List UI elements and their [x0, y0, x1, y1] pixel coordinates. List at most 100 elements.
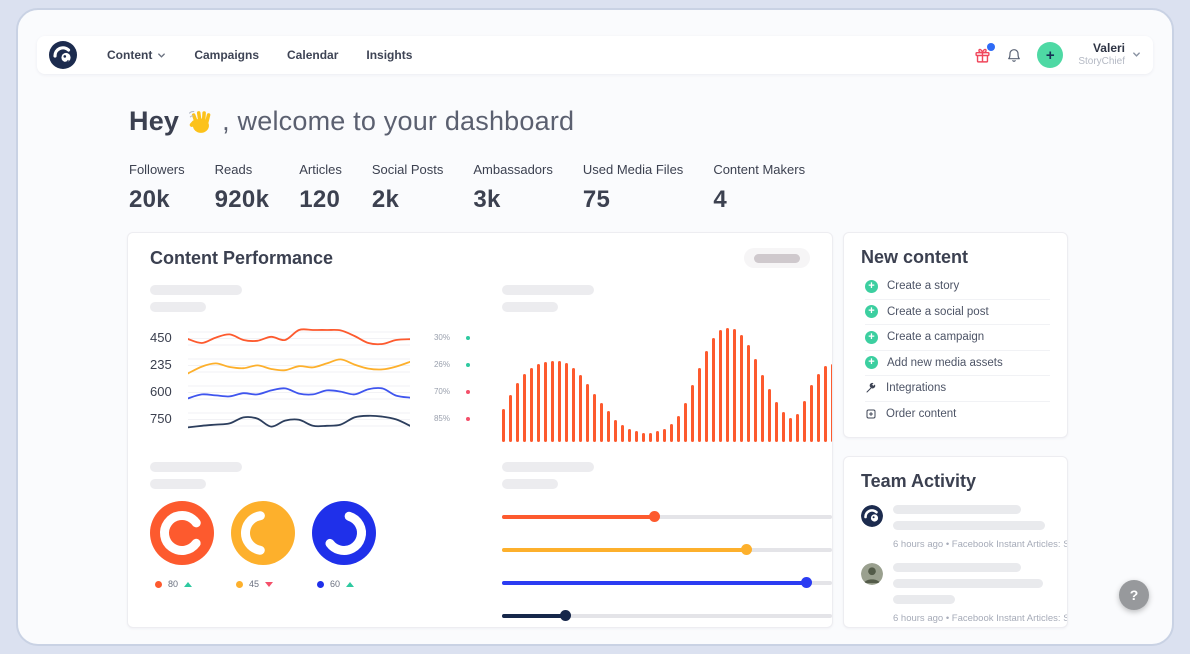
- stat-content-makers: Content Makers 4: [713, 162, 805, 214]
- progress-slider[interactable]: [502, 577, 832, 588]
- sparkline-chart: [188, 357, 410, 374]
- new-content-item-label: Order content: [886, 408, 957, 421]
- nav-item-label: Calendar: [287, 48, 339, 62]
- stat-label: Followers: [129, 162, 185, 177]
- progress-sliders: [502, 511, 832, 621]
- user-org: StoryChief: [1078, 56, 1125, 68]
- bar: [670, 424, 673, 442]
- bar: [649, 433, 652, 442]
- nav-item-insights[interactable]: Insights: [366, 48, 412, 62]
- slider-knob[interactable]: [560, 610, 571, 621]
- slider-knob[interactable]: [801, 577, 812, 588]
- new-content-item-order-content[interactable]: Order content: [865, 402, 1050, 428]
- legend-dot: [155, 580, 162, 588]
- trend-up-icon: [184, 581, 193, 587]
- new-content-item-create-a-campaign[interactable]: + Create a campaign: [865, 325, 1050, 351]
- sparkline-value-label: 235: [150, 357, 172, 372]
- nav-item-label: Content: [107, 48, 153, 62]
- sparkline-rows: 450 30% 235 26% 600 70% 750 85%: [150, 324, 480, 432]
- bar-chart: [502, 322, 832, 442]
- new-content-item-create-a-social-post[interactable]: + Create a social post: [865, 300, 1050, 325]
- new-content-item-label: Create a story: [887, 280, 960, 293]
- progress-slider[interactable]: [502, 511, 832, 522]
- team-activity-title: Team Activity: [861, 471, 977, 491]
- donut-value: 60: [330, 579, 341, 589]
- bar: [586, 384, 589, 442]
- plus-circle-icon: +: [865, 279, 878, 293]
- nav-item-content[interactable]: Content: [107, 48, 166, 62]
- wrench-icon: [866, 383, 876, 393]
- stat-value: 2k: [371, 186, 400, 213]
- sparkline-row: 235 26%: [150, 351, 480, 378]
- order-icon: [866, 409, 876, 419]
- sparkline-row: 750 85%: [150, 405, 480, 432]
- user-menu[interactable]: Valeri StoryChief: [1078, 42, 1141, 67]
- page-title: Hey , welcome to your dashboard: [129, 106, 1172, 137]
- bar: [544, 362, 547, 442]
- skeleton-line: [502, 462, 594, 472]
- right-column: New content + Create a story + Create a soc…: [843, 232, 1068, 628]
- bar: [824, 366, 827, 442]
- progress-slider[interactable]: [502, 610, 832, 621]
- storychief-logo-icon[interactable]: [49, 41, 77, 69]
- trend-up-icon: [346, 581, 355, 587]
- stat-followers: Followers 20k: [129, 162, 185, 214]
- skeleton-line: [150, 479, 206, 489]
- skeleton-line: [893, 505, 1021, 514]
- new-content-item-create-a-story[interactable]: + Create a story: [865, 274, 1050, 300]
- new-content-item-integrations[interactable]: Integrations: [865, 376, 1050, 402]
- bar: [677, 416, 680, 442]
- bar: [523, 374, 526, 442]
- activity-meta: 6 hours ago • Facebook Instant Articles:…: [893, 539, 1067, 550]
- team-activity-card: Team Activity 6 hours ago • Facebook Ins…: [843, 456, 1068, 628]
- sparkline-chart: [188, 412, 410, 428]
- new-content-item-label: Add new media assets: [887, 356, 1003, 369]
- nav-item-calendar[interactable]: Calendar: [287, 48, 338, 62]
- person-avatar: [861, 563, 883, 585]
- greeting-lead: Hey: [129, 106, 180, 136]
- stat-label: Ambassadors: [473, 162, 553, 177]
- skeleton-line: [893, 563, 1021, 572]
- plus-circle-icon: +: [865, 330, 878, 344]
- stat-value: 4: [713, 186, 727, 213]
- new-content-list: + Create a story + Create a social post + Cre…: [861, 274, 1050, 427]
- trend-dot: [466, 335, 470, 340]
- quick-add-button[interactable]: +: [1037, 42, 1064, 68]
- new-content-item-label: Create a social post: [887, 305, 989, 318]
- slider-knob[interactable]: [649, 511, 660, 522]
- waving-hand-icon: [189, 110, 211, 133]
- trend-dot: [466, 389, 470, 394]
- notification-dot: [987, 42, 996, 51]
- bar: [726, 328, 729, 442]
- stat-value: 3k: [473, 186, 501, 213]
- sparkline-chart: [188, 385, 410, 399]
- gift-icon[interactable]: [974, 42, 996, 64]
- slider-knob[interactable]: [741, 544, 752, 555]
- bar: [600, 403, 603, 442]
- bar: [628, 429, 631, 442]
- skeleton-line: [502, 285, 594, 295]
- bell-icon[interactable]: [1006, 47, 1022, 64]
- donut-section: 80 45 60: [150, 462, 480, 621]
- stats-row: Followers 20k Reads 920k Articles 120 Social P…: [129, 162, 1172, 214]
- filter-button-skeleton[interactable]: [744, 248, 810, 268]
- donut-chart: 80: [150, 501, 214, 589]
- progress-slider[interactable]: [502, 544, 832, 555]
- donut-legend: 45: [236, 579, 295, 589]
- stat-used-media-files: Used Media Files 75: [583, 162, 683, 214]
- help-button[interactable]: ?: [1119, 580, 1149, 610]
- stat-value: 120: [299, 186, 341, 213]
- bar: [593, 394, 596, 442]
- bar: [761, 375, 764, 442]
- stat-label: Social Posts: [371, 162, 444, 177]
- new-content-item-add-new-media-assets[interactable]: + Add new media assets: [865, 351, 1050, 376]
- trend-dot: [466, 416, 470, 421]
- bar: [705, 351, 708, 442]
- nav-item-campaigns[interactable]: Campaigns: [194, 48, 259, 62]
- nav-item-label: Insights: [366, 48, 413, 62]
- skeleton-line: [893, 579, 1043, 588]
- bar: [607, 411, 610, 442]
- sparkline-pct-label: 70%: [433, 387, 450, 396]
- bar: [782, 412, 785, 442]
- plus-circle-icon: +: [865, 356, 878, 370]
